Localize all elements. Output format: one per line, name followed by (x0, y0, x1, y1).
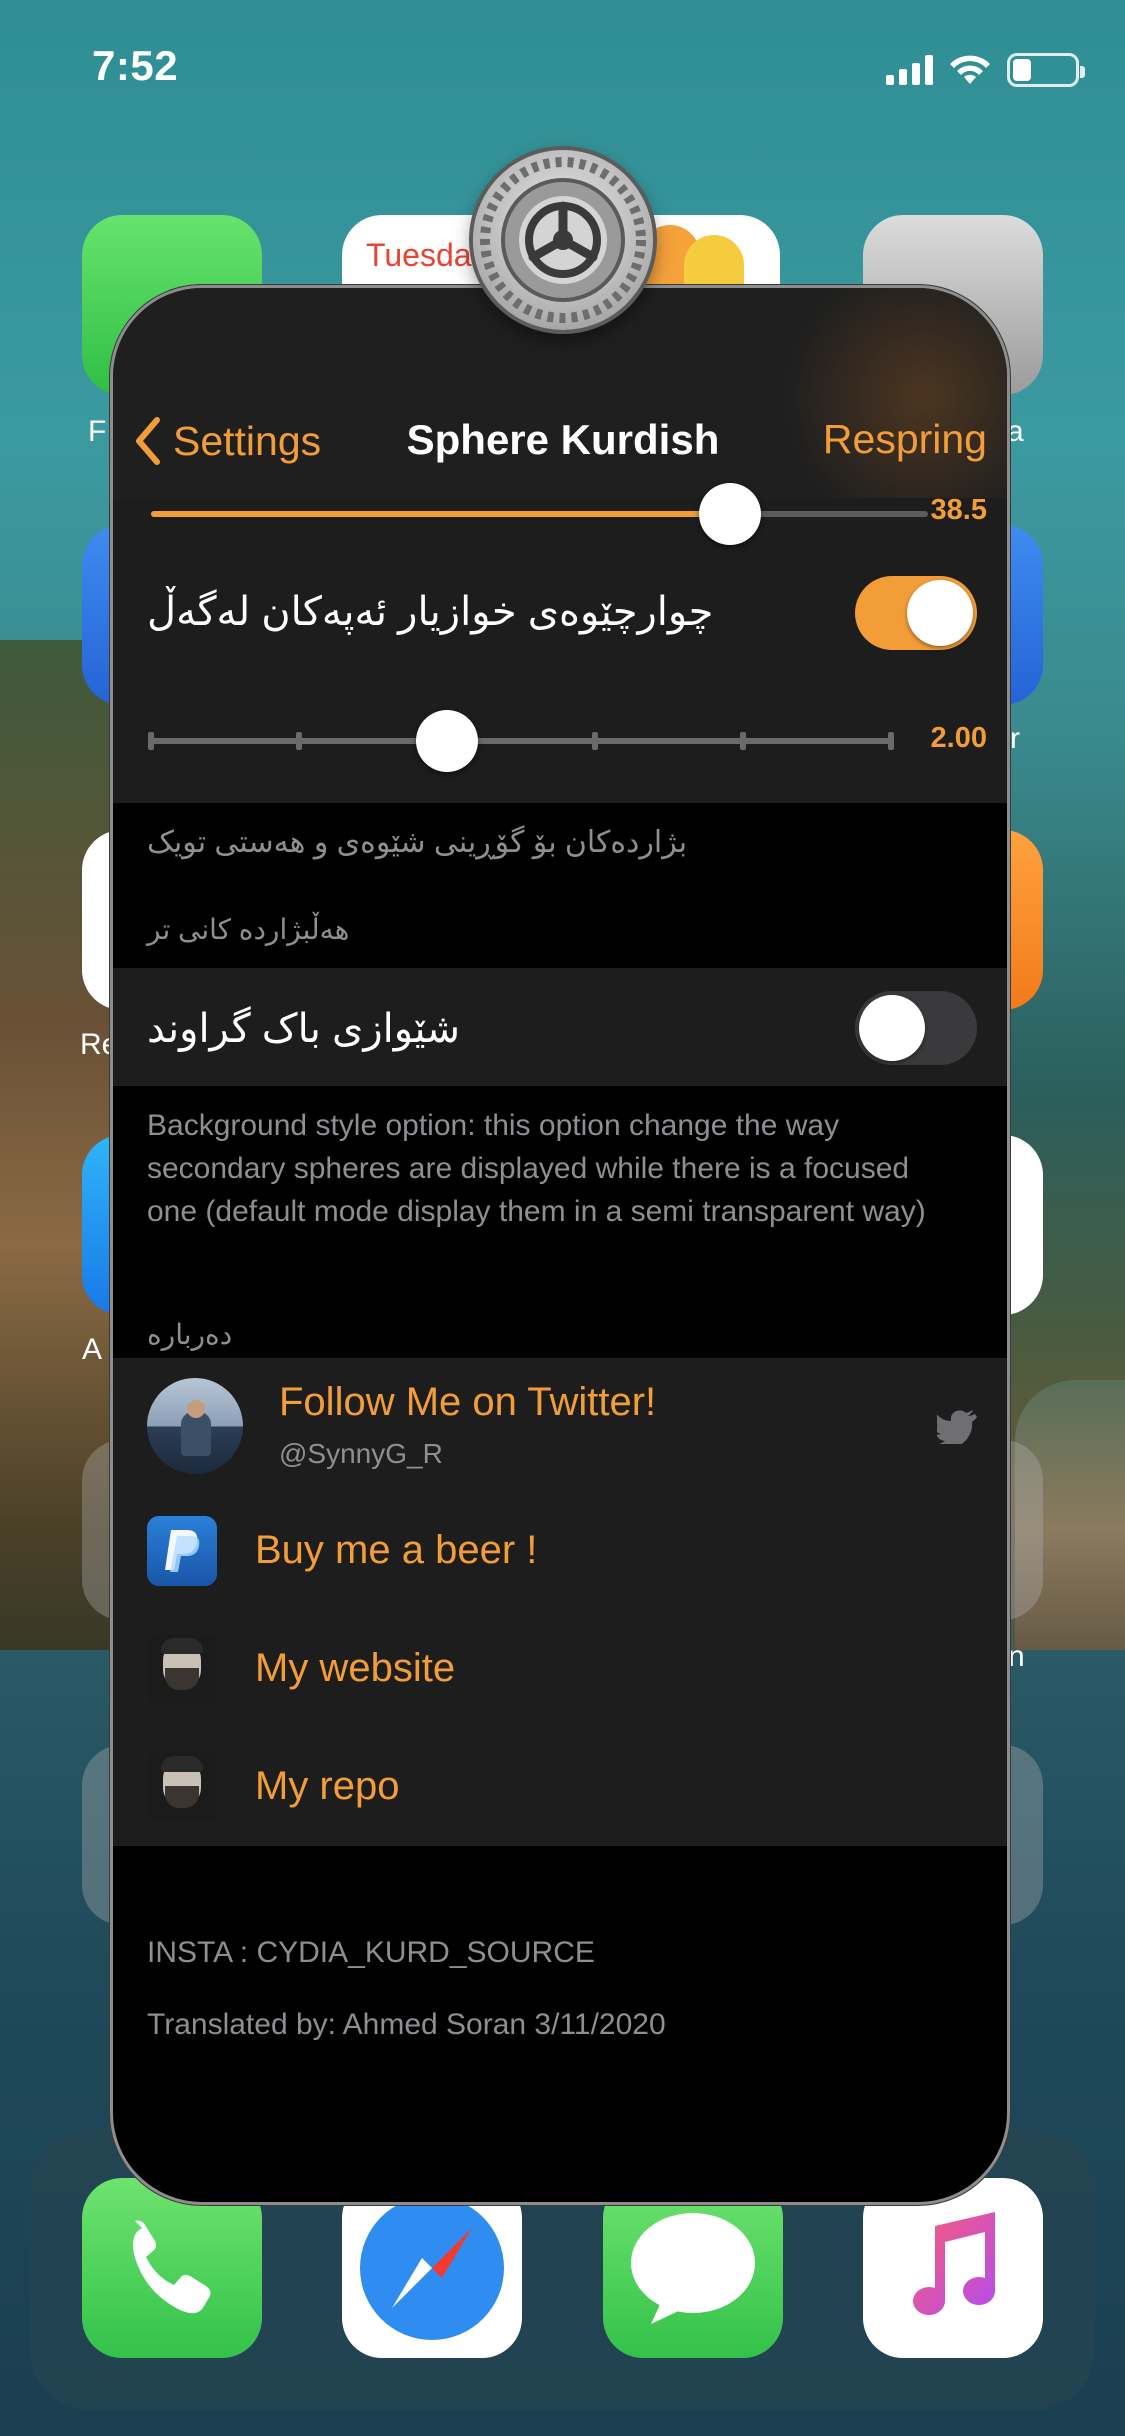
status-icons (886, 50, 1085, 90)
appearance-footer: بژاردەکان بۆ گۆڕینی شێوەی و هەستی تویک (147, 826, 688, 859)
app-label: F (88, 415, 107, 448)
avatar-icon (147, 1634, 217, 1704)
settings-list: 38.5 چوارچێوەی خوازیار ئەپەکان لەگەڵ 2.0… (113, 483, 1007, 2146)
size-slider[interactable] (151, 483, 928, 545)
credits: INSTA : CYDIA_KURD_SOURCE Translated by:… (113, 1846, 1007, 2146)
cellular-signal-icon (886, 55, 933, 85)
status-time: 7:52 (92, 42, 179, 89)
music-note-icon (913, 2212, 996, 2315)
size-slider-fill (151, 511, 730, 517)
website-link-row[interactable]: My website (113, 1610, 1007, 1728)
safari-app-icon[interactable] (342, 2178, 522, 2358)
background-style-footer: Background style option: this option cha… (147, 1109, 926, 1228)
buy-beer-link-row[interactable]: Buy me a beer ! (113, 1492, 1007, 1610)
repo-link-row[interactable]: My repo (113, 1728, 1007, 1846)
back-button[interactable]: Settings (133, 416, 321, 466)
avatar (147, 1378, 243, 1474)
speech-bubble-icon (631, 2213, 755, 2324)
website-label: My website (255, 1646, 456, 1690)
twitter-bird-icon (937, 1410, 977, 1444)
paypal-icon (147, 1516, 217, 1586)
background-style-toggle-row: شێوازی باک گراوند (113, 968, 1007, 1086)
corner-slider[interactable] (148, 710, 894, 772)
twitter-handle: @SynnyG_R (279, 1438, 443, 1469)
phone-app-icon[interactable] (82, 2178, 262, 2358)
custom-corner-label: چوارچێوەی خوازیار ئەپەکان لەگەڵ (147, 590, 714, 634)
settings-gear-icon[interactable] (473, 150, 653, 330)
app-label: r (1010, 722, 1020, 755)
custom-corner-switch[interactable] (855, 576, 977, 650)
messages-app-icon[interactable] (603, 2168, 789, 2358)
avatar-icon (147, 1752, 217, 1822)
phone-icon (133, 2220, 211, 2314)
status-bar: 7:52 (0, 0, 1125, 140)
about-group: Follow Me on Twitter! @SynnyG_R Buy me a… (113, 1358, 1007, 1846)
sphere-settings-card: Settings Sphere Kurdish Respring 38.5 چو… (110, 285, 1010, 2205)
repo-label: My repo (255, 1764, 400, 1808)
size-slider-value: 38.5 (930, 494, 987, 526)
twitter-title: Follow Me on Twitter! (279, 1380, 657, 1424)
compass-icon (360, 2196, 504, 2340)
buy-beer-label: Buy me a beer ! (255, 1528, 538, 1572)
settings-group-appearance: 38.5 چوارچێوەی خوازیار ئەپەکان لەگەڵ 2.0… (113, 483, 1007, 803)
app-label: n (1008, 1640, 1025, 1673)
background-style-switch[interactable] (855, 991, 977, 1065)
calendar-day-label: Tuesda (366, 237, 472, 273)
music-app-icon[interactable] (863, 2178, 1043, 2358)
insta-credit: INSTA : CYDIA_KURD_SOURCE (147, 1936, 595, 1969)
back-button-label: Settings (173, 417, 322, 464)
corner-slider-thumb[interactable] (416, 710, 478, 772)
wifi-icon (950, 55, 990, 84)
other-options-header: هەڵبژاردە کانی تر (147, 914, 350, 945)
background-style-label: شێوازی باک گراوند (147, 1007, 461, 1051)
chevron-left-icon (136, 417, 160, 465)
about-header: دەربارە (147, 1319, 233, 1350)
corner-slider-value: 2.00 (930, 722, 987, 754)
translator-credit: Translated by: Ahmed Soran 3/11/2020 (147, 2008, 666, 2041)
battery-icon (1007, 53, 1085, 87)
size-slider-thumb[interactable] (698, 483, 761, 545)
respring-button[interactable]: Respring (823, 416, 987, 463)
twitter-link-row[interactable]: Follow Me on Twitter! @SynnyG_R (113, 1358, 1007, 1492)
app-label: A (82, 1333, 103, 1366)
custom-corner-toggle-row: چوارچێوەی خوازیار ئەپەکان لەگەڵ (113, 553, 1007, 673)
